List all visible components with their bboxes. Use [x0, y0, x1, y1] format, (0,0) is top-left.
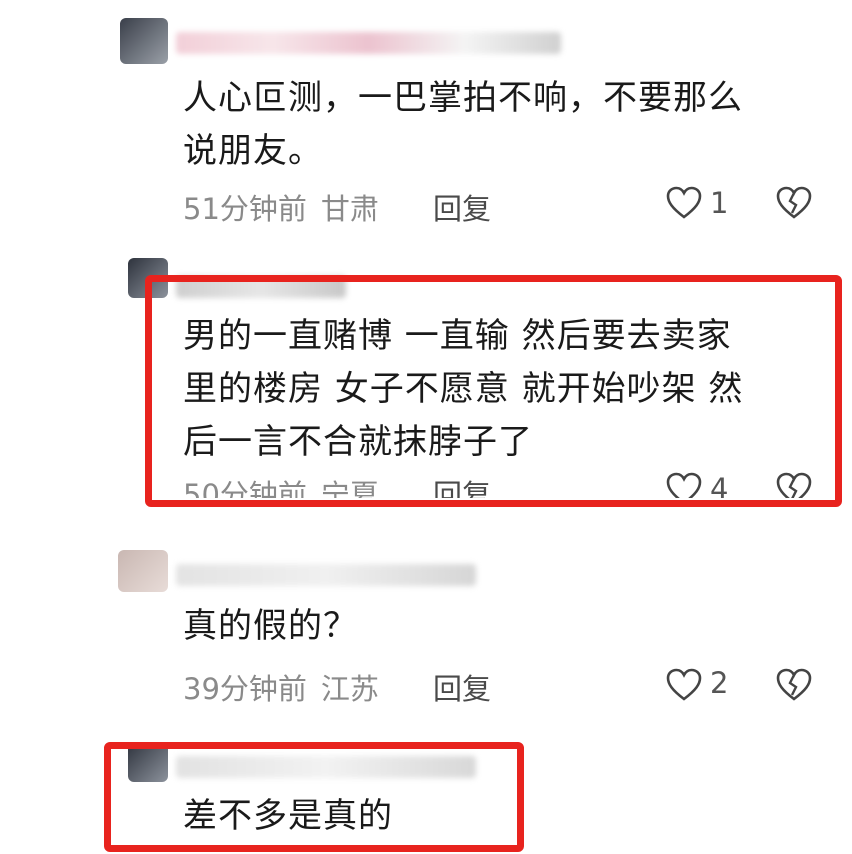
- comment-text: 人心叵测，一巴掌拍不响，不要那么 说朋友。: [183, 78, 743, 171]
- like-count: 1: [710, 186, 729, 220]
- avatar[interactable]: [120, 18, 168, 64]
- heart-icon[interactable]: [666, 186, 702, 220]
- highlight-box: [104, 742, 524, 852]
- heart-icon[interactable]: [666, 668, 702, 702]
- like-count: 2: [710, 666, 729, 700]
- comment-item: 真的假的？ 39分钟前 江苏 回复 2: [0, 520, 852, 720]
- location: 江苏: [320, 672, 379, 706]
- comment-meta: 39分钟前 江苏: [183, 666, 379, 708]
- username-blurred[interactable]: [176, 32, 561, 54]
- reply-button[interactable]: 回复: [433, 666, 491, 708]
- reply-button[interactable]: 回复: [433, 186, 491, 228]
- comment-item: 人心叵测，一巴掌拍不响，不要那么 说朋友。 51分钟前 甘肃 回复 1: [0, 0, 852, 240]
- location: 甘肃: [320, 192, 379, 226]
- comment-text: 真的假的？: [183, 606, 358, 646]
- username-blurred[interactable]: [176, 564, 476, 586]
- avatar[interactable]: [118, 550, 168, 592]
- comment-meta: 51分钟前 甘肃: [183, 186, 379, 228]
- timestamp: 51分钟前: [183, 192, 307, 226]
- highlight-box: [145, 275, 842, 507]
- broken-heart-icon[interactable]: [776, 186, 812, 220]
- broken-heart-icon[interactable]: [776, 668, 812, 702]
- timestamp: 39分钟前: [183, 672, 307, 706]
